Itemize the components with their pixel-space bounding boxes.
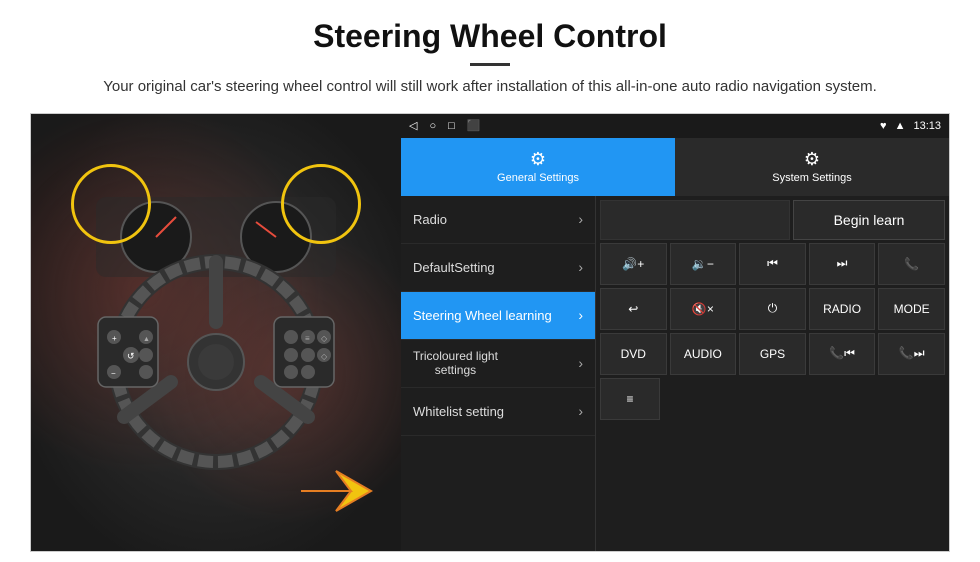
- btn-row-1: 🔊+ 🔉− ⏮ ⏭ 📞: [600, 243, 945, 285]
- signal-icon: ▲: [895, 120, 906, 132]
- list-icon: ≡: [626, 392, 633, 406]
- main-content: Radio › DefaultSetting › Steering Wheel …: [401, 196, 949, 552]
- svg-text:◇: ◇: [321, 334, 328, 343]
- tab-general[interactable]: ⚙ General Settings: [401, 138, 675, 196]
- power-icon: ⏻: [768, 301, 778, 316]
- power-button[interactable]: ⏻: [739, 288, 806, 330]
- chevron-icon: ›: [578, 403, 583, 419]
- tel-next-button[interactable]: 📞⏭: [878, 333, 945, 375]
- tel-next-icon: 📞⏭: [899, 346, 925, 361]
- radio-button[interactable]: RADIO: [809, 288, 876, 330]
- title-divider: [470, 63, 510, 66]
- svg-text:≡: ≡: [305, 334, 310, 343]
- screenshot-icon[interactable]: ⬛: [467, 119, 481, 132]
- tel-prev-icon: 📞⏮: [829, 346, 855, 361]
- next-track-button[interactable]: ⏭: [809, 243, 876, 285]
- steering-wheel-image: + − ▲ ↺ ≡: [31, 114, 401, 552]
- menu-default-label: DefaultSetting: [413, 260, 495, 275]
- status-bar-indicators: ♥ ▲ 13:13: [880, 120, 941, 132]
- phone-icon: 📞: [904, 257, 919, 271]
- home-icon[interactable]: ○: [429, 120, 436, 132]
- page-wrapper: Steering Wheel Control Your original car…: [0, 0, 980, 562]
- hang-up-icon: ↩: [628, 302, 638, 316]
- btn-row-2: ↩ 🔇× ⏻ RADIO MODE: [600, 288, 945, 330]
- svg-text:◇: ◇: [321, 352, 328, 361]
- clock: 13:13: [913, 120, 941, 132]
- mute-button[interactable]: 🔇×: [670, 288, 737, 330]
- btn-row-4: ≡: [600, 378, 945, 420]
- tel-prev-button[interactable]: 📞⏮: [809, 333, 876, 375]
- blank-space: [600, 200, 790, 240]
- chevron-icon: ›: [578, 211, 583, 227]
- btn-row-top: Begin learn: [600, 200, 945, 240]
- chevron-icon: ›: [578, 307, 583, 323]
- hang-up-button[interactable]: ↩: [600, 288, 667, 330]
- prev-track-icon: ⏮: [767, 256, 778, 271]
- vol-up-icon: 🔊+: [622, 257, 644, 271]
- button-panel: Begin learn 🔊+ 🔉− ⏮: [596, 196, 949, 552]
- wifi-icon: ♥: [880, 120, 887, 132]
- status-bar: ◁ ○ □ ⬛ ♥ ▲ 13:13: [401, 114, 949, 138]
- menu-item-radio[interactable]: Radio ›: [401, 196, 595, 244]
- svg-text:▲: ▲: [143, 336, 150, 343]
- menu-steering-label: Steering Wheel learning: [413, 308, 552, 323]
- menu-item-tricolour[interactable]: Tricoloured lightsettings ›: [401, 340, 595, 388]
- gps-label: GPS: [760, 347, 785, 361]
- mute-icon: 🔇×: [692, 302, 714, 316]
- recents-icon[interactable]: □: [448, 120, 455, 132]
- svg-text:↺: ↺: [127, 351, 135, 361]
- begin-learn-button[interactable]: Begin learn: [793, 200, 945, 240]
- android-ui: ◁ ○ □ ⬛ ♥ ▲ 13:13 ⚙ General Settings: [401, 114, 949, 552]
- volume-down-button[interactable]: 🔉−: [670, 243, 737, 285]
- list-button[interactable]: ≡: [600, 378, 660, 420]
- menu-list: Radio › DefaultSetting › Steering Wheel …: [401, 196, 596, 552]
- highlight-left: [71, 164, 151, 244]
- arrow-svg: [291, 451, 391, 531]
- menu-item-default[interactable]: DefaultSetting ›: [401, 244, 595, 292]
- svg-text:−: −: [111, 369, 116, 378]
- menu-radio-label: Radio: [413, 212, 447, 227]
- settings-gear-icon: ⚙: [530, 149, 546, 170]
- volume-up-button[interactable]: 🔊+: [600, 243, 667, 285]
- content-area: + − ▲ ↺ ≡: [30, 113, 950, 553]
- chevron-icon: ›: [578, 259, 583, 275]
- mode-label: MODE: [894, 302, 930, 316]
- radio-label: RADIO: [823, 302, 861, 316]
- dvd-label: DVD: [621, 347, 646, 361]
- prev-track-button[interactable]: ⏮: [739, 243, 806, 285]
- menu-item-steering[interactable]: Steering Wheel learning ›: [401, 292, 595, 340]
- dvd-button[interactable]: DVD: [600, 333, 667, 375]
- highlight-right: [281, 164, 361, 244]
- page-title: Steering Wheel Control: [313, 18, 667, 55]
- back-icon[interactable]: ◁: [409, 119, 417, 132]
- mode-button[interactable]: MODE: [878, 288, 945, 330]
- chevron-icon: ›: [578, 355, 583, 371]
- next-track-icon: ⏭: [837, 256, 848, 271]
- menu-tricolour-label: Tricoloured lightsettings: [413, 349, 498, 377]
- menu-item-whitelist[interactable]: Whitelist setting ›: [401, 388, 595, 436]
- menu-whitelist-label: Whitelist setting: [413, 404, 504, 419]
- tab-general-label: General Settings: [497, 172, 579, 184]
- svg-text:+: +: [112, 334, 117, 343]
- gps-button[interactable]: GPS: [739, 333, 806, 375]
- top-tabs: ⚙ General Settings ⚙ System Settings: [401, 138, 949, 196]
- tab-system-label: System Settings: [772, 172, 851, 184]
- audio-label: AUDIO: [684, 347, 722, 361]
- status-bar-nav: ◁ ○ □ ⬛: [409, 119, 480, 132]
- page-subtitle: Your original car's steering wheel contr…: [103, 76, 877, 99]
- system-gear-icon: ⚙: [804, 149, 820, 170]
- vol-down-icon: 🔉−: [692, 257, 714, 271]
- phone-button[interactable]: 📞: [878, 243, 945, 285]
- btn-row-3: DVD AUDIO GPS 📞⏮ 📞⏭: [600, 333, 945, 375]
- audio-button[interactable]: AUDIO: [670, 333, 737, 375]
- tab-system[interactable]: ⚙ System Settings: [675, 138, 949, 196]
